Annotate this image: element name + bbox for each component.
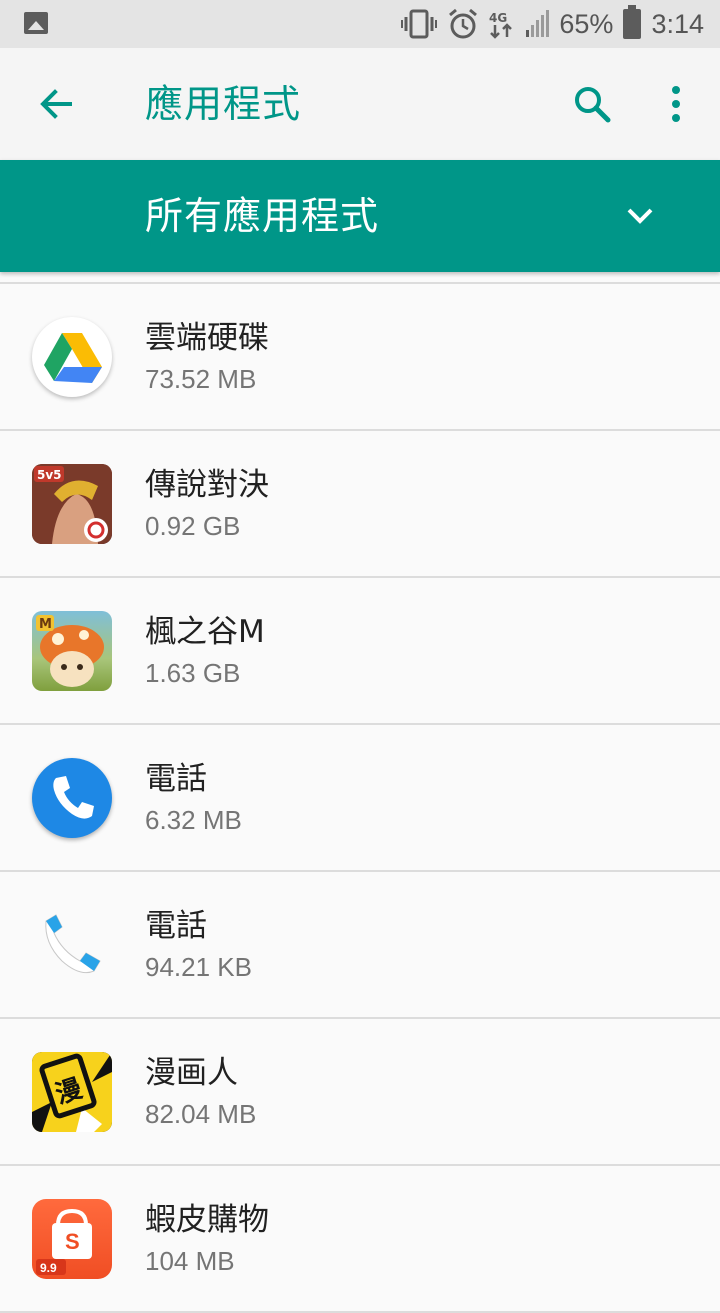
phone-handset-icon xyxy=(32,905,112,985)
list-item[interactable]: 電話 6.32 MB xyxy=(0,725,720,872)
google-drive-icon xyxy=(32,317,112,397)
status-icons: 4G 65% 3:14 xyxy=(401,0,704,48)
signal-icon xyxy=(525,0,550,48)
svg-text:4G: 4G xyxy=(489,11,507,25)
app-name: 蝦皮購物 xyxy=(145,1202,269,1238)
shopee-icon: S 9.9 xyxy=(32,1199,112,1279)
battery-icon xyxy=(623,0,642,48)
network-4g-icon: 4G xyxy=(489,0,515,48)
phone-app-icon xyxy=(32,758,112,838)
svg-text:S: S xyxy=(65,1229,80,1254)
arena-of-valor-icon: 5v5 xyxy=(32,464,112,544)
vibrate-icon xyxy=(401,0,438,48)
gallery-notification-icon xyxy=(24,12,48,34)
app-name: 電話 xyxy=(145,908,207,944)
list-item[interactable]: M 楓之谷M 1.63 GB xyxy=(0,578,720,725)
app-size: 6.32 MB xyxy=(145,805,242,835)
page-title: 應用程式 xyxy=(145,82,302,126)
app-size: 1.63 GB xyxy=(145,658,241,688)
app-size: 104 MB xyxy=(145,1246,235,1276)
app-name: 漫画人 xyxy=(145,1055,238,1091)
app-bar: 應用程式 xyxy=(0,48,720,160)
arrow-back-icon xyxy=(40,89,72,119)
list-item[interactable]: 5v5 傳說對決 0.92 GB xyxy=(0,431,720,578)
app-size: 94.21 KB xyxy=(145,952,252,982)
app-size: 73.52 MB xyxy=(145,364,257,394)
maplestory-m-icon: M xyxy=(32,611,112,691)
app-name: 雲端硬碟 xyxy=(145,320,269,356)
more-options-button[interactable] xyxy=(648,76,704,132)
list-item[interactable]: 雲端硬碟 73.52 MB xyxy=(0,284,720,431)
app-list: 雲端硬碟 73.52 MB 5v5 傳說對決 0.92 GB M 楓之谷M 1.… xyxy=(0,284,720,1313)
back-button[interactable] xyxy=(28,76,84,132)
alarm-icon xyxy=(447,0,479,48)
list-item[interactable]: 漫 漫画人 82.04 MB xyxy=(0,1019,720,1166)
app-size: 0.92 GB xyxy=(145,511,241,541)
search-button[interactable] xyxy=(564,76,620,132)
filter-selected-value: 所有應用程式 xyxy=(145,194,380,238)
svg-text:5v5: 5v5 xyxy=(37,468,62,482)
search-icon xyxy=(575,87,611,123)
list-item[interactable]: S 9.9 蝦皮購物 104 MB xyxy=(0,1166,720,1313)
status-bar: 4G 65% 3:14 xyxy=(0,0,720,48)
battery-percent: 65% xyxy=(559,8,614,39)
app-name: 傳說對決 xyxy=(145,467,269,503)
app-filter-dropdown[interactable]: 所有應用程式 xyxy=(0,160,720,272)
app-size: 82.04 MB xyxy=(145,1099,257,1129)
manhuaren-icon: 漫 xyxy=(32,1052,112,1132)
clock: 3:14 xyxy=(651,8,704,39)
list-item[interactable]: 電話 94.21 KB xyxy=(0,872,720,1019)
more-vert-icon xyxy=(672,86,680,122)
chevron-down-icon xyxy=(612,188,668,244)
svg-text:9.9: 9.9 xyxy=(40,1261,57,1275)
app-name: 電話 xyxy=(145,761,207,797)
app-name: 楓之谷M xyxy=(145,614,265,650)
svg-text:M: M xyxy=(39,617,52,632)
